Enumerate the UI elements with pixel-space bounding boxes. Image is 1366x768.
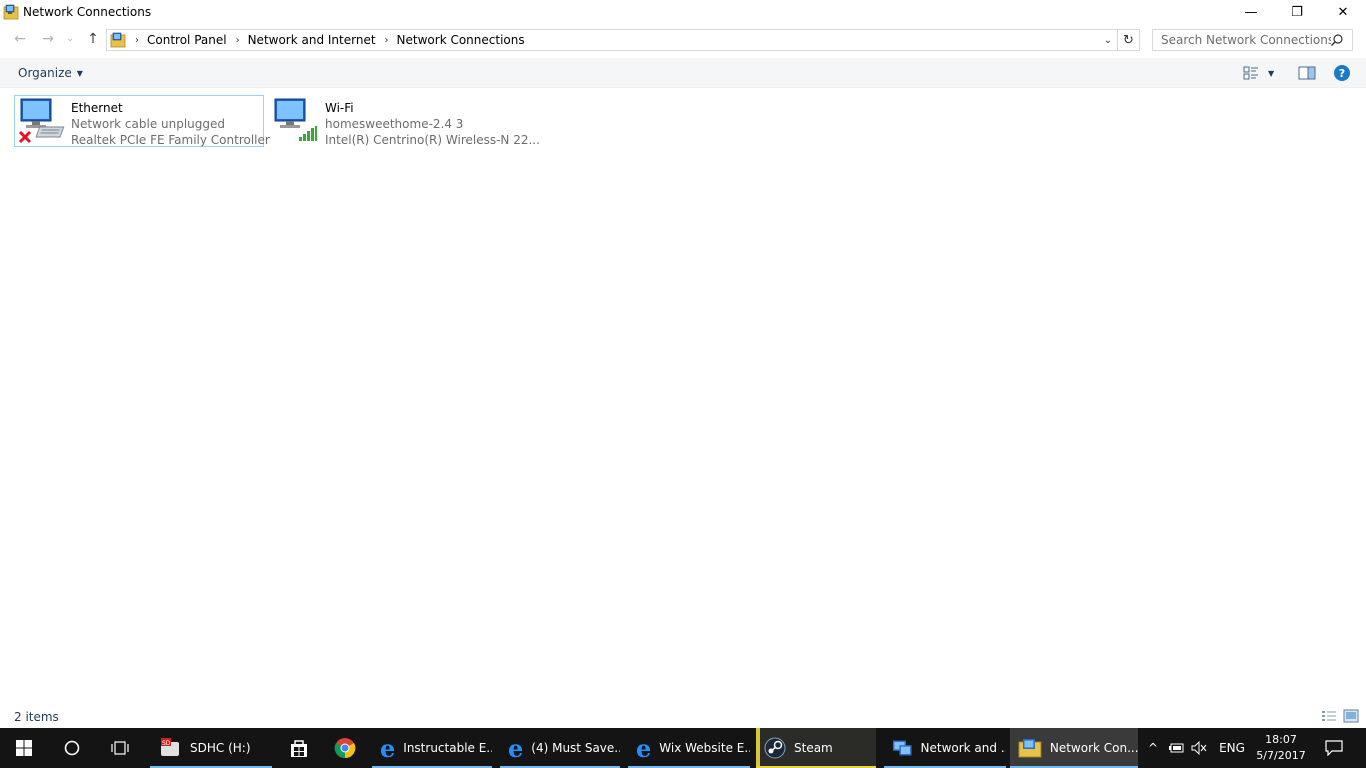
volume-button[interactable] [1190,728,1208,768]
address-dropdown-button[interactable]: ⌄ [1101,30,1115,50]
details-view-icon [1322,711,1336,721]
cortana-circle-icon [64,740,80,756]
wifi-adapter-icon [269,96,325,146]
up-button[interactable]: ↑ [79,26,107,52]
cortana-button[interactable] [48,728,96,768]
connection-device: Intel(R) Centrino(R) Wireless-N 22... [325,133,540,147]
breadcrumb-network-connections[interactable]: Network Connections [397,33,525,47]
taskbar-app-store[interactable] [280,728,320,768]
windows-logo-icon [16,740,32,756]
help-button[interactable]: ? [1334,65,1350,81]
recent-locations-button[interactable]: ⌄ [64,26,76,52]
task-view-button[interactable] [96,728,144,768]
connection-device: Realtek PCIe FE Family Controller [71,133,270,147]
item-count: 2 items [14,710,59,724]
store-icon [291,740,307,757]
connection-status: Network cable unplugged [71,117,226,131]
action-center-button[interactable] [1320,728,1348,768]
view-dropdown-button[interactable]: ▼ [1268,65,1274,81]
connections-list: Ethernet Network cable unplugged Realtek… [0,89,1366,707]
preview-pane-icon [1298,66,1316,80]
preview-pane-button[interactable] [1298,65,1316,81]
breadcrumb-network-and-internet[interactable]: Network and Internet [248,33,376,47]
taskbar-app-chrome[interactable] [326,728,366,768]
battery-button[interactable] [1168,728,1186,768]
search-icon[interactable] [1330,33,1344,47]
taskbar-app-edge-instructable[interactable]: e Instructable E... [372,728,492,768]
clock-date: 5/7/2017 [1256,749,1306,762]
close-button[interactable]: ✕ [1320,0,1366,24]
organize-label: Organize [18,66,72,80]
window-title: Network Connections [23,5,152,19]
wifi-connection-item[interactable]: Wi-Fi homesweethome-2.4 3 Intel(R) Centr… [268,95,540,147]
forward-button[interactable]: → [34,26,62,52]
taskbar: SD SDHC (H:) e Instructable E... e (4) M… [0,728,1366,768]
connection-name: Ethernet [71,101,123,115]
battery-plug-icon [1169,743,1184,753]
task-view-icon [111,741,129,755]
breadcrumb-separator[interactable]: › [236,35,240,46]
sd-card-icon: SD [161,738,179,756]
connection-name: Wi-Fi [325,101,354,115]
breadcrumb-control-panel[interactable]: Control Panel [147,33,227,47]
refresh-button[interactable]: ↻ [1117,30,1139,50]
clock-time: 18:07 [1265,733,1297,746]
back-button[interactable]: ← [6,26,34,52]
command-bar: Organize ▼ ▼ [0,58,1366,88]
search-input[interactable] [1161,33,1331,47]
clock[interactable]: 18:07 5/7/2017 [1252,732,1310,764]
taskbar-app-network-connections[interactable]: Network Con... [1010,728,1138,768]
network-folder-icon [1018,739,1042,758]
navigation-bar: ← → ⌄ ↑ › Control Panel › Network and In… [0,26,1366,54]
title-bar: Network Connections — ❐ ✕ [0,0,1366,24]
breadcrumb-separator[interactable]: › [135,35,139,46]
change-view-button[interactable] [1243,65,1259,81]
ethernet-adapter-icon [15,96,71,146]
network-connections-icon [3,4,19,20]
details-view-button[interactable] [1321,710,1337,725]
control-panel-icon [110,32,126,48]
window-controls: — ❐ ✕ [1228,0,1366,24]
minimize-button[interactable]: — [1228,0,1274,24]
chrome-icon [334,738,356,759]
taskbar-app-edge-must-save[interactable]: e (4) Must Save... [500,728,620,768]
taskbar-app-network-and-internet[interactable]: Network and ... [884,728,1006,768]
large-icons-view-button[interactable] [1343,709,1359,726]
volume-muted-icon [1191,741,1207,755]
svg-text:SD: SD [162,740,171,747]
chevron-down-icon: ▼ [76,68,83,78]
start-button[interactable] [0,728,48,768]
connection-status: homesweethome-2.4 3 [325,117,464,131]
ethernet-connection-item[interactable]: Ethernet Network cable unplugged Realtek… [14,95,270,147]
edge-icon: e [636,733,652,763]
large-icons-view-icon [1343,709,1359,723]
notification-icon [1325,740,1343,756]
search-box[interactable] [1152,29,1353,51]
organize-button[interactable]: Organize ▼ [18,66,83,80]
signal-strength-icon [299,126,317,141]
disconnected-x-icon [18,130,32,144]
steam-icon [764,737,786,759]
edge-icon: e [380,733,396,763]
show-hidden-icons-button[interactable]: ^ [1145,728,1161,768]
address-bar[interactable]: › Control Panel › Network and Internet ›… [106,29,1140,51]
network-folder-icon [892,740,912,756]
taskbar-app-edge-wix[interactable]: e Wix Website E... [628,728,750,768]
view-options-icon [1243,66,1258,80]
maximize-button[interactable]: ❐ [1274,0,1320,24]
breadcrumb-separator[interactable]: › [385,35,389,46]
taskbar-app-sdhc[interactable]: SD SDHC (H:) [150,728,272,768]
status-bar: 2 items [0,707,1366,728]
taskbar-app-steam[interactable]: Steam [756,728,876,768]
input-language-button[interactable]: ENG [1218,728,1246,768]
edge-icon: e [508,733,524,763]
